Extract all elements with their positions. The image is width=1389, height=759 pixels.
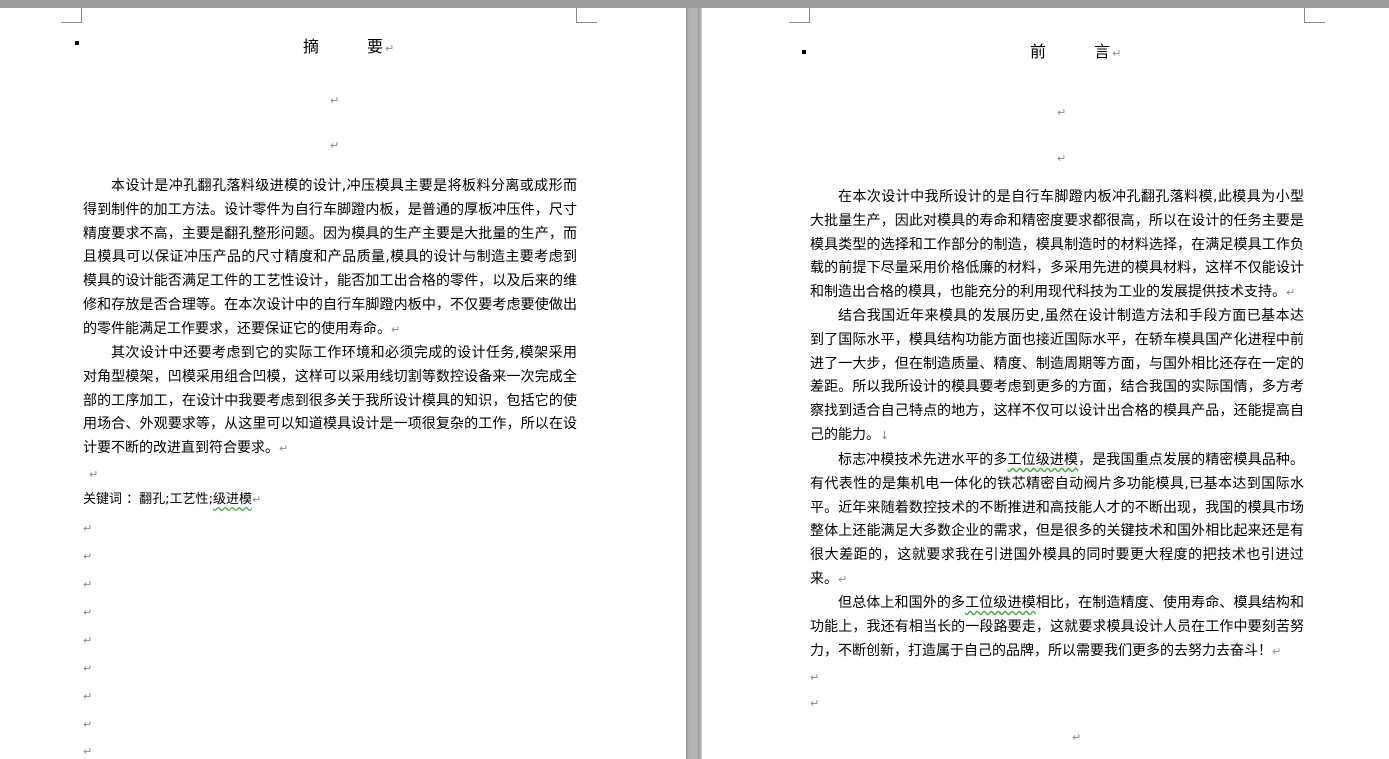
margin-corner-top-right (1304, 8, 1325, 23)
paragraph-mark: ↵ (1272, 644, 1282, 658)
empty-paragraph-mark: ↵ (83, 522, 93, 535)
abstract-paragraph-1-text: 本设计是冲孔翻孔落料级进模的设计,冲压模具主要是将板料分离或成形而得到制件的加工… (83, 178, 577, 337)
heading-bullet-marker (802, 50, 806, 54)
page-gutter (686, 8, 702, 759)
term-multi-station-progressive-die: 工位级进模 (1007, 452, 1079, 468)
preface-paragraph-4: 但总体上和国外的多工位级进模相比，在制造精度、使用寿命、模具结构和功能上，我还有… (810, 592, 1304, 663)
margin-corner-top-left (61, 8, 82, 23)
abstract-paragraph-2-text: 其次设计中还要考虑到它的实际工作环境和必须完成的设计任务,模架采用对角型模架，凹… (83, 345, 577, 457)
preface-paragraph-3-text-b: ，是我国重点发展的精密模具品种。有代表性的是集机电一体化的铁芯精密自动阀片多功能… (810, 452, 1304, 587)
empty-paragraph-mark: ↵ (330, 139, 340, 152)
preface-title: 前 言↵ (1030, 38, 1121, 62)
empty-paragraph-mark: ↵ (89, 468, 99, 481)
preface-paragraph-1: 在本次设计中我所设计的是自行车脚蹬内板冲孔翻孔落料模,此模具为小型大批量生产，因… (810, 186, 1304, 305)
document-page-abstract[interactable]: 摘 要↵ ↵ ↵ 本设计是冲孔翻孔落料级进模的设计,冲压模具主要是将板料分离或成… (0, 8, 686, 759)
margin-corner-top-left (789, 8, 810, 23)
line-break-mark: ↓ (880, 428, 890, 442)
preface-paragraph-3: 标志冲模技术先进水平的多工位级进模，是我国重点发展的精密模具品种。有代表性的是集… (810, 449, 1304, 592)
empty-paragraph-mark: ↵ (83, 718, 93, 731)
empty-paragraph-mark: ↵ (83, 578, 93, 591)
keywords-line: 关键词 ：翻孔;工艺性;级进模↵ (83, 490, 261, 510)
paragraph-mark: ↵ (251, 493, 262, 506)
preface-paragraph-4-text-a: 但总体上和国外的多 (838, 595, 966, 611)
paragraph-mark: ↵ (385, 42, 395, 55)
empty-paragraph-mark: ↵ (83, 745, 93, 758)
heading-bullet-marker (75, 41, 79, 45)
empty-paragraph-mark: ↵ (83, 550, 93, 563)
empty-paragraph-mark: ↵ (83, 634, 93, 647)
keywords-label: 关键词 ： (83, 492, 140, 507)
margin-corner-top-right (576, 8, 597, 23)
empty-paragraph-mark: ↵ (83, 690, 93, 703)
empty-paragraph-mark: ↵ (83, 662, 93, 675)
empty-paragraph-mark: ↵ (1072, 731, 1082, 744)
term-multi-station-progressive-die: 工位级进模 (965, 595, 1036, 611)
abstract-paragraph-1: 本设计是冲孔翻孔落料级进模的设计,冲压模具主要是将板料分离或成形而得到制件的加工… (83, 175, 577, 342)
preface-paragraph-2: 结合我国近年来模具的发展历史,虽然在设计制造方法和手段方面已基本达到了国际水平，… (810, 305, 1304, 448)
preface-paragraph-3-text-a: 标志冲模技术先进水平的多 (838, 452, 1008, 468)
document-page-preface[interactable]: 前 言↵ ↵ ↵ 在本次设计中我所设计的是自行车脚蹬内板冲孔翻孔落料模,此模具为… (702, 8, 1389, 759)
keyword-2: 工艺性 (169, 492, 209, 507)
keyword-1: 翻孔 (139, 492, 166, 507)
empty-paragraph-mark: ↵ (330, 94, 340, 107)
abstract-paragraph-2: 其次设计中还要考虑到它的实际工作环境和必须完成的设计任务,模架采用对角型模架，凹… (83, 342, 577, 461)
empty-paragraph-mark: ↵ (810, 671, 820, 684)
paragraph-mark: ↵ (279, 442, 289, 456)
paragraph-mark: ↵ (1286, 286, 1296, 300)
empty-paragraph-mark: ↵ (810, 697, 820, 710)
paragraph-mark: ↵ (838, 572, 848, 586)
abstract-title: 摘 要↵ (303, 33, 394, 57)
preface-paragraph-1-text: 在本次设计中我所设计的是自行车脚蹬内板冲孔翻孔落料模,此模具为小型大批量生产，因… (810, 189, 1304, 301)
empty-paragraph-mark: ↵ (83, 606, 93, 619)
paragraph-mark: ↵ (1112, 47, 1122, 60)
preface-paragraph-2-text: 结合我国近年来模具的发展历史,虽然在设计制造方法和手段方面已基本达到了国际水平，… (810, 308, 1304, 443)
empty-paragraph-mark: ↵ (1057, 106, 1067, 119)
paragraph-mark: ↵ (391, 322, 401, 336)
window-top-edge (0, 0, 1389, 8)
empty-paragraph-mark: ↵ (1057, 152, 1067, 165)
keyword-3: 级进模 (212, 492, 252, 507)
